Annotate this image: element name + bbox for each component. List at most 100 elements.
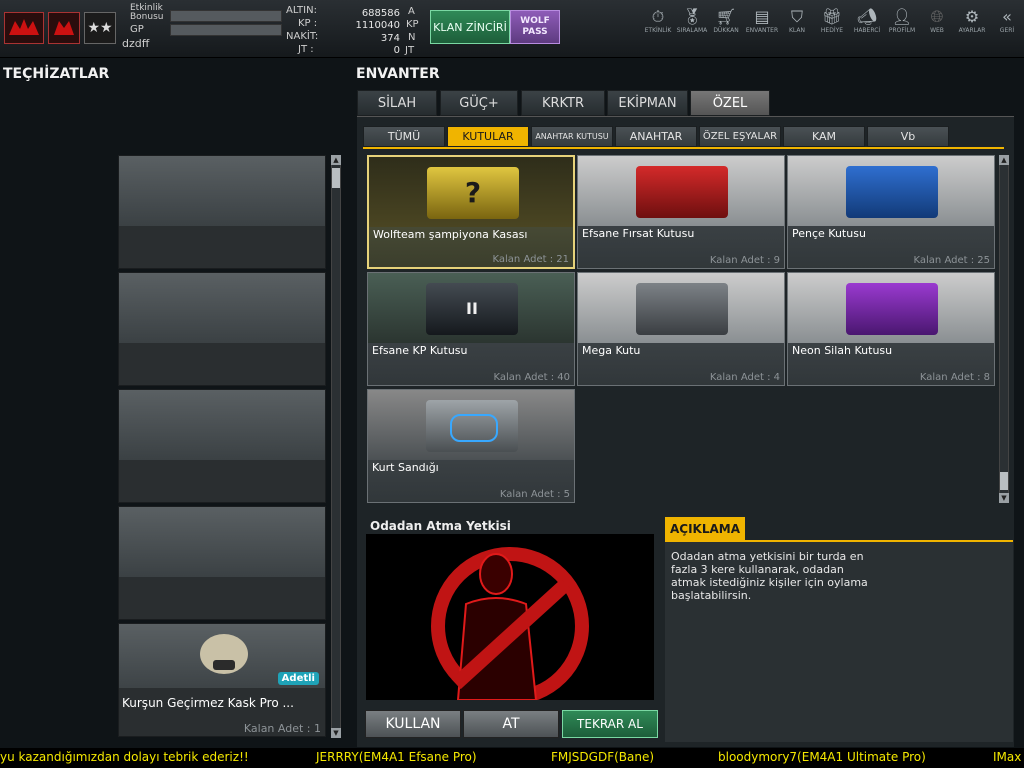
top-bar: ★★ Etkinlik Bonusu GP dzdff ALTIN: 68858… — [0, 0, 1024, 58]
wolf-pass-button[interactable]: WOLF PASS — [510, 10, 560, 44]
description-panel: Odadan atma yetkisini bir turda en fazla… — [665, 540, 1013, 742]
equipment-slot-helmet[interactable]: Adetli Kurşun Geçirmez Kask Pro ... Kala… — [118, 623, 326, 737]
equipment-slot-4[interactable] — [118, 506, 326, 620]
gray-chest-icon — [636, 283, 728, 335]
event-bonus-bar — [170, 10, 282, 22]
menu-clan[interactable]: ⛉ KLAN — [777, 8, 817, 36]
item-name: Wolfteam şampiyona Kasası — [373, 228, 528, 241]
tab-equipment-label: EKİPMAN — [618, 95, 677, 111]
tab-power[interactable]: GÜÇ+ — [440, 90, 518, 116]
ticker-message: JERRRY(EM4A1 Efsane Pro) — [316, 750, 477, 764]
menu-web[interactable]: 🌐︎ WEB — [917, 8, 957, 36]
scroll-up-icon[interactable]: ▲ — [331, 155, 341, 165]
cart-icon: 🛒︎ — [715, 7, 737, 26]
wolf-pass-label-1: WOLF — [520, 16, 550, 26]
item-card[interactable]: Kurt Sandığı Kalan Adet : 5 — [367, 389, 575, 503]
item-qty: Kalan Adet : 5 — [499, 489, 570, 500]
item-qty: Kalan Adet : 4 — [709, 372, 780, 383]
rebuy-button-label: TEKRAR AL — [577, 717, 643, 731]
equipment-scrollbar[interactable]: ▲ ▼ — [331, 155, 341, 738]
subtab-key-box[interactable]: ANAHTAR KUTUSU — [531, 126, 613, 147]
scroll-up-icon[interactable]: ▲ — [999, 155, 1009, 165]
inventory-scrollbar[interactable]: ▲ ▼ — [999, 155, 1009, 503]
subtab-boxes[interactable]: KUTULAR — [447, 126, 529, 147]
scroll-thumb[interactable] — [332, 168, 340, 188]
bonus-label: Bonusu — [130, 12, 164, 22]
clan-chain-label: KLAN ZİNCİRİ — [433, 20, 507, 34]
subtab-camo-label: KAM — [811, 130, 837, 143]
discard-button[interactable]: AT — [463, 710, 559, 738]
ticker-message: bloodymory7(EM4A1 Ultimate Pro) — [718, 750, 926, 764]
item-qty: Kalan Adet : 25 — [913, 255, 990, 266]
subtab-boxes-label: KUTULAR — [462, 130, 514, 143]
helmet-qty: Kalan Adet : 1 — [243, 722, 321, 735]
subtab-all-label: TÜMÜ — [387, 130, 421, 143]
menu-shop[interactable]: 🛒︎ DÜKKAN — [706, 8, 746, 36]
subtab-other[interactable]: Vb — [867, 126, 949, 147]
jt-label: JT : — [298, 44, 314, 55]
item-card[interactable]: Mega Kutu Kalan Adet : 4 — [577, 272, 785, 386]
tab-special-label: ÖZEL — [712, 95, 748, 111]
equipment-slot-3[interactable] — [118, 389, 326, 503]
inventory-icon: ▤ — [754, 7, 770, 26]
equipment-slot-1[interactable] — [118, 155, 326, 269]
tab-weapon[interactable]: SİLAH — [357, 90, 437, 116]
subtab-key-box-label: ANAHTAR KUTUSU — [535, 132, 609, 141]
item-card[interactable]: II Efsane KP Kutusu Kalan Adet : 40 — [367, 272, 575, 386]
clan-chain-button[interactable]: KLAN ZİNCİRİ — [430, 10, 510, 44]
golden-chest-icon: ? — [427, 167, 519, 219]
menu-messenger[interactable]: 📣︎ HABERCİ — [847, 8, 887, 36]
gp-label: GP — [130, 24, 144, 35]
gold-unit: A — [408, 6, 415, 17]
menu-inventory[interactable]: ▤ ENVANTER — [742, 8, 782, 36]
subtab-special-items[interactable]: ÖZEL EŞYALAR — [699, 126, 781, 147]
kp-unit: KP — [406, 19, 419, 30]
red-chest-icon — [636, 166, 728, 218]
subtab-underline — [363, 147, 1004, 149]
subtab-all[interactable]: TÜMÜ — [363, 126, 445, 147]
menu-settings[interactable]: ⚙ AYARLAR — [952, 8, 992, 36]
item-name: Mega Kutu — [582, 344, 641, 357]
gear-icon: ⚙ — [964, 7, 980, 26]
item-qty: Kalan Adet : 21 — [492, 254, 569, 265]
subtab-camo[interactable]: KAM — [783, 126, 865, 147]
equipment-slot-2[interactable] — [118, 272, 326, 386]
gift-icon: 🎁︎ — [821, 7, 843, 26]
item-card[interactable]: Efsane Fırsat Kutusu Kalan Adet : 9 — [577, 155, 785, 269]
scroll-down-icon[interactable]: ▼ — [999, 493, 1009, 503]
wolf-logo-icon — [4, 12, 44, 44]
item-name: Pençe Kutusu — [792, 227, 866, 240]
discard-button-label: AT — [502, 716, 520, 732]
shield-icon: ⛉ — [790, 7, 803, 26]
subtab-key[interactable]: ANAHTAR — [615, 126, 697, 147]
menu-profile[interactable]: 👤︎ PROFİLM — [882, 8, 922, 36]
gold-label: ALTIN: — [286, 5, 317, 16]
ticker-message: IMax — [993, 750, 1022, 764]
scroll-down-icon[interactable]: ▼ — [331, 728, 341, 738]
tab-equipment[interactable]: EKİPMAN — [607, 90, 688, 116]
menu-gift[interactable]: 🎁︎ HEDİYE — [812, 8, 852, 36]
menu-inventory-label: ENVANTER — [745, 27, 779, 34]
menu-back[interactable]: «GERİ — [987, 8, 1024, 36]
scroll-thumb[interactable] — [1000, 472, 1008, 490]
item-card[interactable]: Pençe Kutusu Kalan Adet : 25 — [787, 155, 995, 269]
use-button[interactable]: KULLAN — [365, 710, 461, 738]
detail-image — [366, 534, 654, 700]
wolf-pass-label-2: PASS — [522, 27, 548, 37]
kp-label: KP : — [298, 18, 318, 29]
tab-character[interactable]: KRKTR — [521, 90, 605, 116]
subtab-special-items-label: ÖZEL EŞYALAR — [702, 131, 778, 142]
item-card[interactable]: ? Wolfteam şampiyona Kasası Kalan Adet :… — [367, 155, 575, 269]
menu-settings-label: AYARLAR — [958, 27, 986, 34]
rebuy-button[interactable]: TEKRAR AL — [562, 710, 658, 738]
wolf-chest-icon — [426, 400, 518, 452]
item-card[interactable]: Neon Silah Kutusu Kalan Adet : 8 — [787, 272, 995, 386]
item-name: Efsane KP Kutusu — [372, 344, 468, 357]
tab-special[interactable]: ÖZEL — [690, 90, 770, 116]
news-ticker: yu kazandığımızdan dolayı tebrik ederiz!… — [0, 748, 1024, 768]
menu-messenger-label: HABERCİ — [853, 27, 881, 34]
purple-chest-icon — [846, 283, 938, 335]
item-qty: Kalan Adet : 8 — [919, 372, 990, 383]
cash-label: NAKİT: — [286, 31, 319, 42]
subtab-key-label: ANAHTAR — [629, 130, 683, 143]
